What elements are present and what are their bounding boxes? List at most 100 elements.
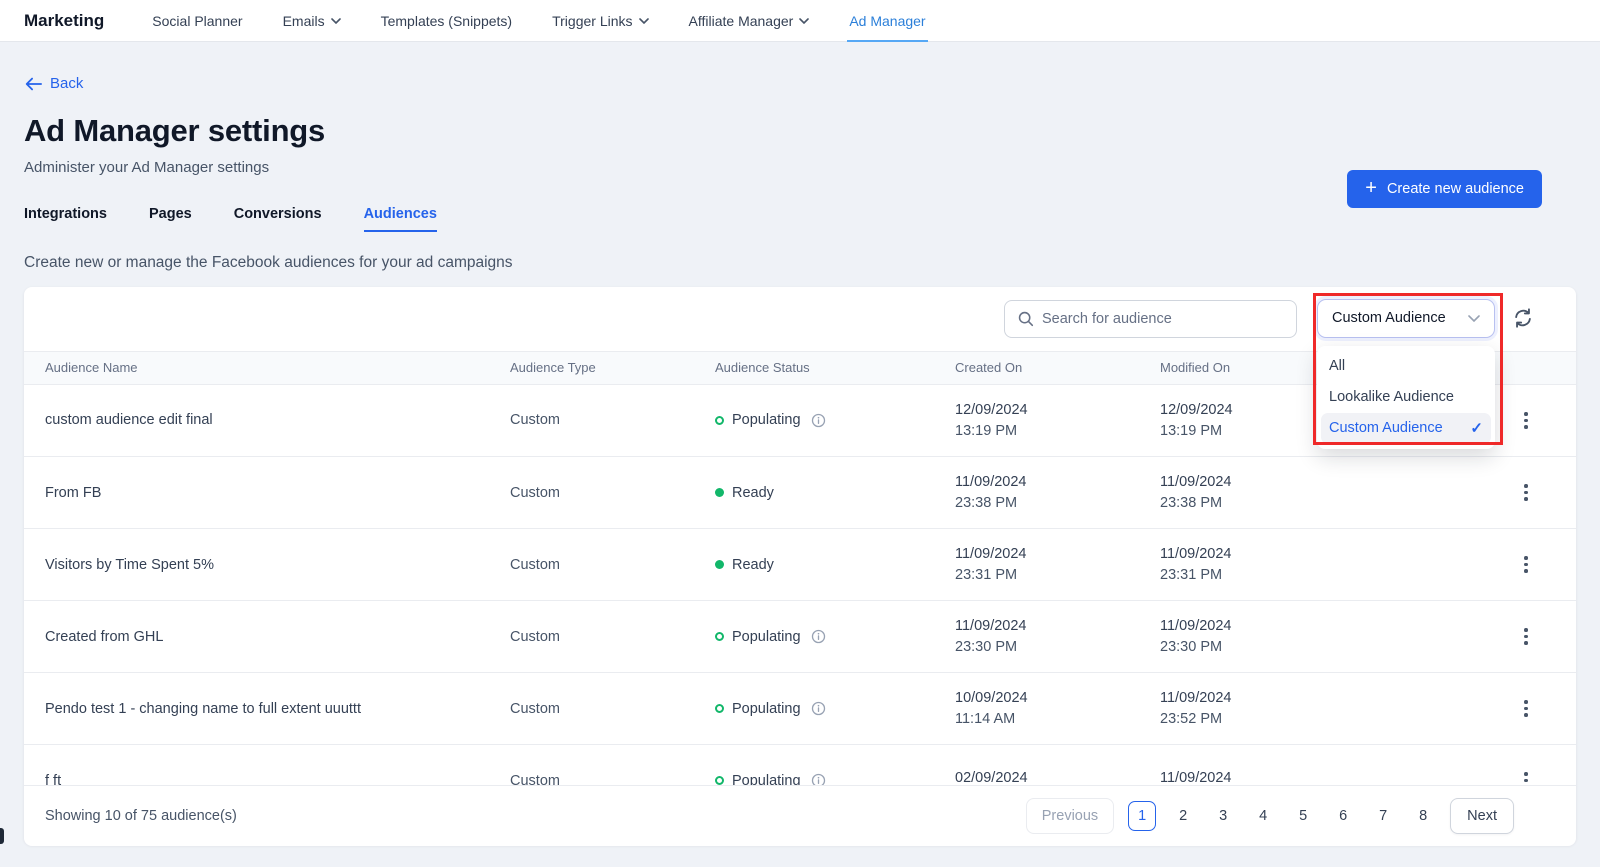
table-row[interactable]: From FB Custom Ready 11/09/202423:38 PM …: [24, 457, 1576, 529]
page-button-3[interactable]: 3: [1210, 808, 1236, 824]
page-button-4[interactable]: 4: [1250, 808, 1276, 824]
page-button-5[interactable]: 5: [1290, 808, 1316, 824]
modified-date: 11/09/2024: [1160, 618, 1507, 634]
table-row[interactable]: Pendo test 1 - changing name to full ext…: [24, 673, 1576, 745]
row-actions-menu[interactable]: [1517, 698, 1535, 720]
populating-status-icon: [715, 704, 724, 713]
audience-search[interactable]: [1004, 300, 1297, 338]
nav-item-trigger-links[interactable]: Trigger Links: [552, 0, 648, 41]
audience-type: Custom: [510, 457, 715, 529]
tab-audiences[interactable]: Audiences: [364, 206, 437, 232]
ready-status-icon: [715, 560, 724, 569]
modified-date: 11/09/2024: [1160, 690, 1507, 706]
plus-icon: +: [1365, 178, 1377, 198]
status-badge: Ready: [715, 557, 955, 573]
info-icon[interactable]: [811, 773, 826, 785]
page-button-8[interactable]: 8: [1410, 808, 1436, 824]
nav-item-label: Social Planner: [152, 13, 242, 29]
audience-type: Custom: [510, 601, 715, 673]
chevron-down-icon: [799, 18, 809, 24]
info-icon[interactable]: [811, 629, 826, 644]
table-row[interactable]: Visitors by Time Spent 5% Custom Ready 1…: [24, 529, 1576, 601]
check-icon: ✓: [1470, 419, 1483, 437]
tab-conversions[interactable]: Conversions: [234, 206, 322, 232]
row-actions-menu[interactable]: [1517, 409, 1535, 431]
chevron-down-icon: [639, 18, 649, 24]
status-badge: Ready: [715, 485, 955, 501]
refresh-button[interactable]: [1511, 307, 1535, 331]
app-brand: Marketing: [24, 11, 104, 31]
audience-type-dropdown-menu: All Lookalike Audience Custom Audience ✓: [1317, 346, 1495, 449]
page-content: Back Ad Manager settings Administer your…: [0, 42, 1600, 845]
created-date: 11/09/2024: [955, 546, 1160, 562]
dropdown-option-custom[interactable]: Custom Audience ✓: [1321, 413, 1491, 444]
chevron-down-icon: [331, 18, 341, 24]
option-label: Lookalike Audience: [1329, 389, 1454, 405]
info-icon[interactable]: [811, 413, 826, 428]
nav-item-social-planner[interactable]: Social Planner: [152, 0, 242, 41]
tab-integrations[interactable]: Integrations: [24, 206, 107, 232]
populating-status-icon: [715, 632, 724, 641]
audience-type: Custom: [510, 529, 715, 601]
previous-page-button[interactable]: Previous: [1026, 798, 1114, 834]
nav-item-ad-manager[interactable]: Ad Manager: [849, 0, 925, 41]
back-label: Back: [50, 75, 83, 92]
refresh-icon: [1512, 307, 1534, 329]
arrow-left-icon: [24, 76, 42, 92]
dropdown-option-lookalike[interactable]: Lookalike Audience: [1317, 382, 1495, 413]
next-page-button[interactable]: Next: [1450, 798, 1514, 834]
create-new-audience-button[interactable]: + Create new audience: [1347, 170, 1542, 208]
populating-status-icon: [715, 776, 724, 785]
row-actions-menu[interactable]: [1517, 770, 1535, 785]
created-date: 11/09/2024: [955, 618, 1160, 634]
status-badge: Populating: [715, 701, 955, 717]
nav-item-label: Ad Manager: [849, 13, 925, 29]
modified-time: 23:31 PM: [1160, 567, 1507, 583]
created-date: 02/09/2024: [955, 770, 1160, 785]
page-button-7[interactable]: 7: [1370, 808, 1396, 824]
row-actions-menu[interactable]: [1517, 626, 1535, 648]
table-footer: Showing 10 of 75 audience(s) Previous 1 …: [24, 785, 1576, 846]
table-row[interactable]: f ft Custom Populating 02/09/2024 11/09/…: [24, 745, 1576, 785]
back-link[interactable]: Back: [24, 75, 83, 92]
screen-artifact: [0, 828, 4, 844]
audience-type: Custom: [510, 385, 715, 457]
modified-date: 11/09/2024: [1160, 546, 1507, 562]
page-button-6[interactable]: 6: [1330, 808, 1356, 824]
created-time: 23:31 PM: [955, 567, 1160, 583]
results-summary: Showing 10 of 75 audience(s): [45, 808, 237, 824]
created-time: 13:19 PM: [955, 423, 1160, 439]
chevron-down-icon: [1468, 315, 1480, 322]
created-time: 23:38 PM: [955, 495, 1160, 511]
created-date: 10/09/2024: [955, 690, 1160, 706]
modified-time: 23:30 PM: [1160, 639, 1507, 655]
section-description: Create new or manage the Facebook audien…: [24, 254, 1576, 272]
col-audience-type: Audience Type: [510, 351, 715, 384]
row-actions-menu[interactable]: [1517, 554, 1535, 576]
nav-item-templates[interactable]: Templates (Snippets): [381, 0, 513, 41]
audience-name: f ft: [24, 745, 510, 785]
search-input[interactable]: [1042, 311, 1284, 327]
nav-item-emails[interactable]: Emails: [283, 0, 341, 41]
ready-status-icon: [715, 488, 724, 497]
table-row[interactable]: Created from GHL Custom Populating 11/09…: [24, 601, 1576, 673]
row-actions-menu[interactable]: [1517, 482, 1535, 504]
col-actions: [1507, 351, 1576, 384]
page-button-1[interactable]: 1: [1128, 801, 1156, 831]
table-toolbar: Custom Audience All Lookalike Audience C…: [24, 287, 1576, 351]
pagination: Previous 1 2 3 4 5 6 7 8 Next: [1026, 798, 1514, 834]
created-time: 11:14 AM: [955, 711, 1160, 727]
audience-type-filter[interactable]: Custom Audience: [1317, 299, 1495, 338]
nav-items: Social Planner Emails Templates (Snippet…: [152, 0, 925, 41]
status-label: Populating: [732, 773, 801, 785]
option-label: Custom Audience: [1329, 420, 1443, 436]
dropdown-option-all[interactable]: All: [1317, 351, 1495, 382]
page-subtitle: Administer your Ad Manager settings: [24, 159, 1576, 176]
nav-item-affiliate-manager[interactable]: Affiliate Manager: [689, 0, 810, 41]
filter-selected-value: Custom Audience: [1332, 310, 1446, 326]
tab-pages[interactable]: Pages: [149, 206, 192, 232]
created-date: 11/09/2024: [955, 474, 1160, 490]
info-icon[interactable]: [811, 701, 826, 716]
page-button-2[interactable]: 2: [1170, 808, 1196, 824]
status-badge: Populating: [715, 773, 955, 785]
